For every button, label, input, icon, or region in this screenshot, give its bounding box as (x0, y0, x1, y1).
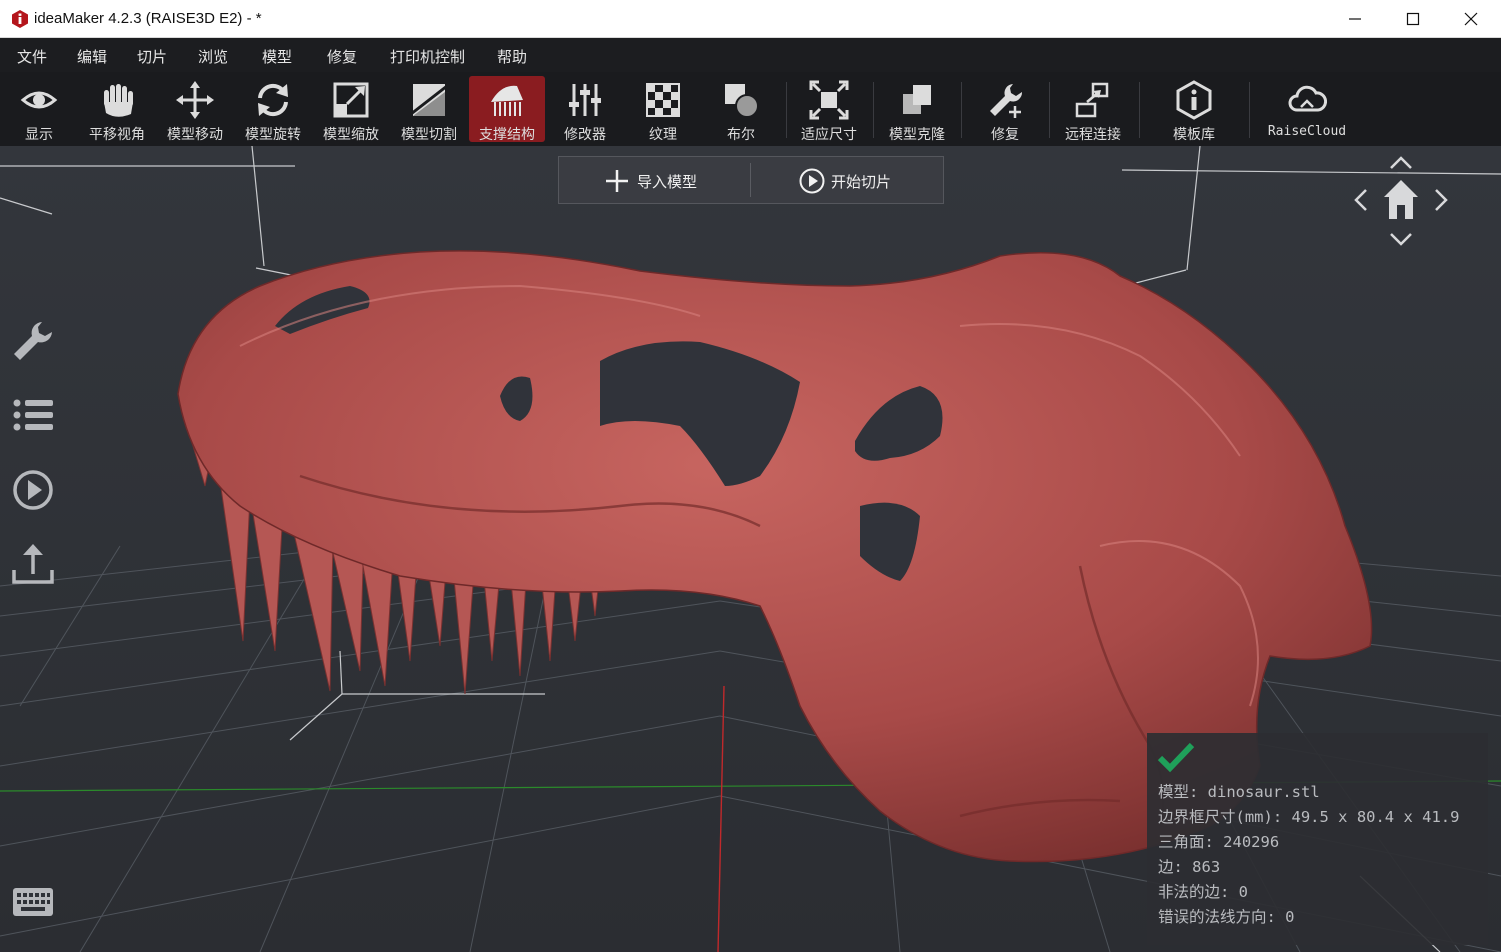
menu-model[interactable]: 模型 (262, 46, 292, 67)
view-navigation-control[interactable] (1348, 150, 1454, 254)
import-model-label: 导入模型 (637, 173, 698, 191)
menu-printer-control[interactable]: 打印机控制 (390, 46, 465, 67)
tool-label: 模型克隆 (889, 127, 945, 143)
menu-slice[interactable]: 切片 (137, 46, 167, 67)
close-button[interactable] (1442, 0, 1500, 37)
tool-fit-size-button[interactable]: 适应尺寸 (791, 76, 867, 143)
info-edges: 边: 863 (1158, 858, 1221, 876)
tool-template-library-button[interactable]: 模板库 (1156, 76, 1232, 143)
tool-rotate-button[interactable]: 模型旋转 (235, 76, 311, 143)
checker-texture-icon (646, 83, 680, 117)
3d-viewport[interactable]: 导入模型 开始切片 模型: dinosaur.stl 边界框尺寸(mm): 49… (0, 146, 1501, 952)
info-illegal-edges: 非法的边: 0 (1158, 883, 1248, 901)
tool-label: RaiseCloud (1267, 124, 1347, 139)
tool-support-button[interactable]: 支撑结构 (469, 76, 545, 143)
upload-icon (12, 544, 54, 584)
info-template-icon (1176, 80, 1212, 120)
window-title: ideaMaker 4.2.3 (RAISE3D E2) - * (34, 10, 262, 27)
tool-label: 布尔 (727, 127, 755, 143)
tool-raisecloud-button[interactable]: RaiseCloud (1268, 76, 1346, 142)
title-bar: ideaMaker 4.2.3 (RAISE3D E2) - * (0, 0, 1501, 38)
tool-boolean-button[interactable]: 布尔 (703, 76, 779, 143)
minimize-button[interactable] (1326, 0, 1384, 37)
sliders-icon (569, 84, 601, 116)
close-icon (1464, 12, 1478, 26)
remote-connect-icon (1075, 82, 1109, 118)
side-settings-button[interactable] (10, 318, 56, 364)
ideamaker-logo-icon (12, 10, 28, 28)
tool-scale-button[interactable]: 模型缩放 (313, 76, 389, 143)
wrench-icon (14, 322, 52, 360)
list-icon (13, 399, 53, 431)
cloud-icon (1288, 85, 1327, 112)
cut-icon (410, 84, 448, 116)
toolbar-separator (1139, 82, 1140, 138)
side-list-button[interactable] (10, 392, 56, 438)
move-arrows-icon (176, 81, 214, 119)
chevron-up-icon[interactable] (1390, 156, 1412, 169)
menu-file[interactable]: 文件 (17, 46, 47, 67)
menu-view[interactable]: 浏览 (198, 46, 228, 67)
viewport-action-bar: 导入模型 开始切片 (558, 156, 944, 204)
wrench-repair-icon (990, 84, 1023, 118)
play-icon (13, 470, 53, 510)
tool-texture-button[interactable]: 纹理 (625, 76, 701, 143)
y-axis-line (717, 685, 725, 952)
clone-icon (903, 85, 931, 114)
tool-remote-connect-button[interactable]: 远程连接 (1055, 76, 1131, 143)
side-play-button[interactable] (10, 467, 56, 513)
support-structure-icon (491, 85, 523, 116)
model-info-panel: 模型: dinosaur.stl 边界框尺寸(mm): 49.5 x 80.4 … (1147, 733, 1488, 945)
keyboard-icon (13, 888, 53, 916)
keyboard-shortcuts-button[interactable] (12, 886, 54, 918)
chevron-right-icon[interactable] (1435, 189, 1448, 211)
tool-display-button[interactable]: 显示 (1, 76, 77, 143)
check-icon (1157, 742, 1195, 773)
chevron-down-icon[interactable] (1390, 233, 1412, 246)
hand-pan-icon (104, 84, 133, 117)
tool-cut-button[interactable]: 模型切割 (391, 76, 467, 143)
toolbar: 显示 平移视角 模型移动 模型旋转 模型缩放 模型切割 支撑结构 修改器 纹理 … (0, 72, 1501, 147)
tool-label: 修复 (991, 127, 1019, 143)
tool-label: 适应尺寸 (801, 127, 857, 143)
maximize-button[interactable] (1384, 0, 1442, 37)
menu-edit[interactable]: 编辑 (77, 46, 107, 67)
tool-clone-button[interactable]: 模型克隆 (879, 76, 955, 143)
home-icon[interactable] (1384, 180, 1418, 219)
scale-icon (333, 82, 369, 118)
tool-pan-view-button[interactable]: 平移视角 (79, 76, 155, 143)
info-bounding-box: 边界框尺寸(mm): 49.5 x 80.4 x 41.9 (1158, 808, 1460, 826)
info-bad-normals: 错误的法线方向: 0 (1158, 908, 1295, 926)
tool-move-button[interactable]: 模型移动 (157, 76, 233, 143)
tool-label: 模板库 (1173, 127, 1215, 143)
maximize-icon (1406, 12, 1420, 26)
import-model-button[interactable]: 导入模型 (559, 157, 751, 203)
rotate-icon (258, 83, 288, 117)
start-slice-button[interactable]: 开始切片 (751, 157, 943, 203)
fit-size-icon (809, 80, 849, 120)
boolean-icon (725, 84, 759, 118)
plus-icon (606, 170, 628, 192)
tool-modifier-button[interactable]: 修改器 (547, 76, 623, 143)
tool-label: 远程连接 (1065, 127, 1121, 143)
info-model-name: 模型: dinosaur.stl (1158, 783, 1320, 801)
toolbar-separator (1249, 82, 1250, 138)
chevron-left-icon[interactable] (1354, 189, 1367, 211)
side-upload-button[interactable] (10, 542, 56, 588)
tool-repair-button[interactable]: 修复 (967, 76, 1043, 143)
minimize-icon (1349, 18, 1361, 20)
play-circle-icon (799, 168, 825, 194)
menu-repair[interactable]: 修复 (327, 46, 357, 67)
info-triangles: 三角面: 240296 (1158, 833, 1280, 851)
start-slice-label: 开始切片 (831, 173, 892, 191)
menu-bar: 文件 编辑 切片 浏览 模型 修复 打印机控制 帮助 (0, 38, 1501, 72)
eye-icon (20, 91, 58, 109)
menu-help[interactable]: 帮助 (497, 46, 527, 67)
